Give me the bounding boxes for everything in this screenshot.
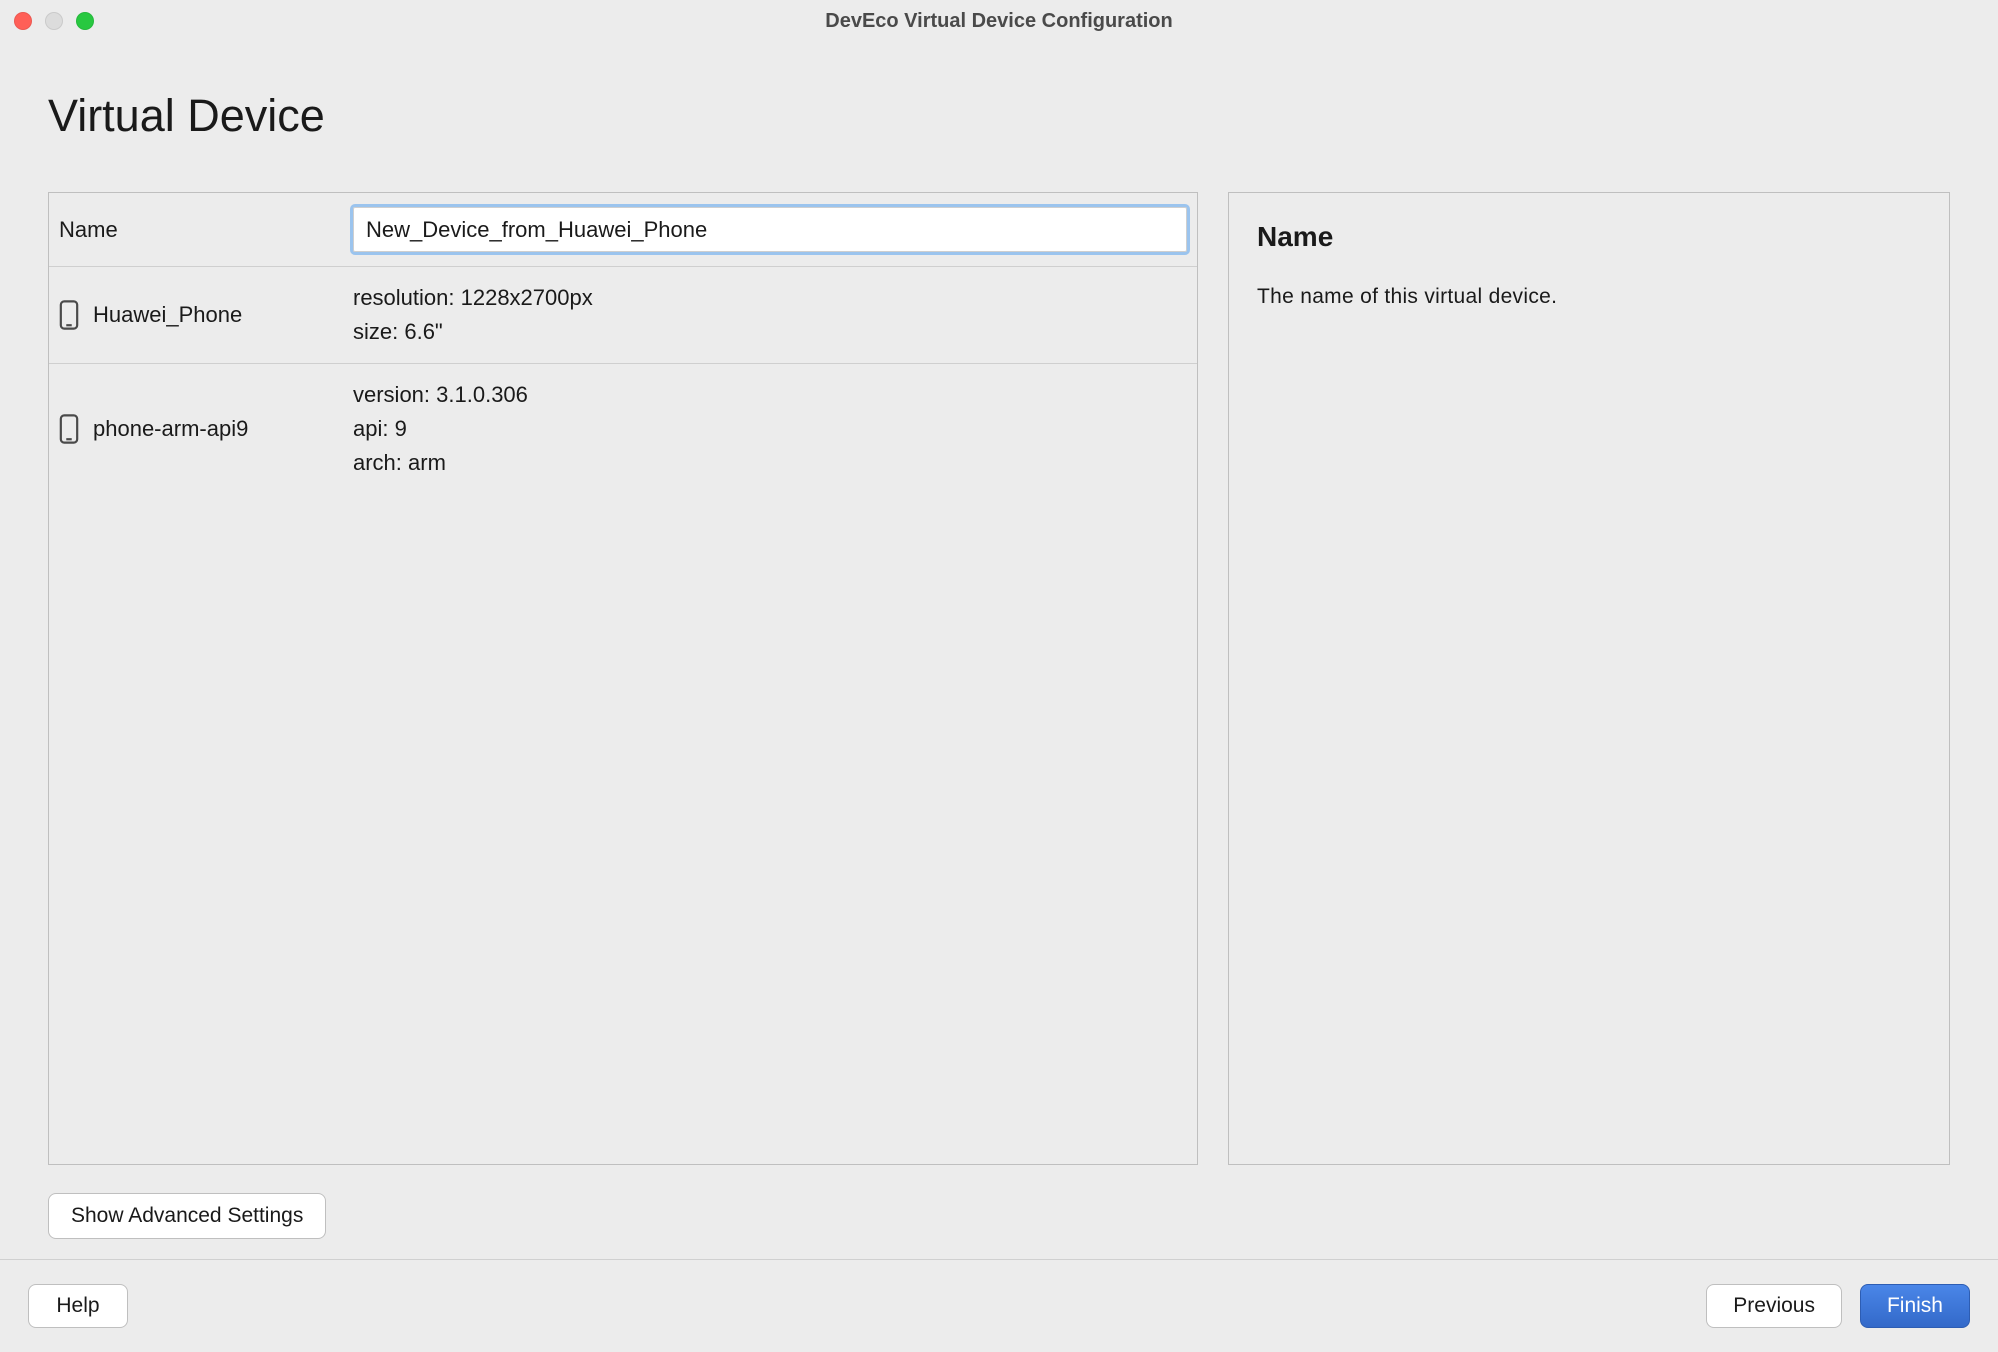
- show-advanced-settings-button[interactable]: Show Advanced Settings: [48, 1193, 326, 1239]
- device-details: version: 3.1.0.306 api: 9 arch: arm: [353, 378, 1187, 480]
- finish-button[interactable]: Finish: [1860, 1284, 1970, 1328]
- device-row: phone-arm-api9 version: 3.1.0.306 api: 9…: [49, 364, 1197, 494]
- device-row-left: Huawei_Phone: [59, 300, 353, 330]
- panels-row: Name Huawei_Phone resolution: 1228x2: [48, 192, 1950, 1165]
- device-label: Huawei_Phone: [93, 302, 242, 328]
- name-label: Name: [59, 217, 353, 243]
- device-name-input[interactable]: [353, 207, 1187, 252]
- phone-icon: [59, 414, 79, 444]
- window-title: DevEco Virtual Device Configuration: [825, 10, 1173, 33]
- device-row-left: phone-arm-api9: [59, 414, 353, 444]
- info-panel: Name The name of this virtual device.: [1228, 192, 1950, 1165]
- titlebar: DevEco Virtual Device Configuration: [0, 0, 1998, 42]
- footer-left: Help: [28, 1284, 128, 1328]
- phone-icon: [59, 300, 79, 330]
- device-details: resolution: 1228x2700px size: 6.6": [353, 281, 1187, 349]
- page-title: Virtual Device: [48, 90, 1950, 142]
- content-area: Virtual Device Name Huaw: [0, 42, 1998, 1259]
- info-description: The name of this virtual device.: [1257, 285, 1921, 309]
- minimize-icon: [45, 12, 63, 30]
- config-panel: Name Huawei_Phone resolution: 1228x2: [48, 192, 1198, 1165]
- close-icon[interactable]: [14, 12, 32, 30]
- dialog-footer: Help Previous Finish: [0, 1259, 1998, 1352]
- info-title: Name: [1257, 221, 1921, 253]
- window-controls: [14, 12, 94, 30]
- maximize-icon[interactable]: [76, 12, 94, 30]
- name-row: Name: [49, 193, 1197, 267]
- device-row: Huawei_Phone resolution: 1228x2700px siz…: [49, 267, 1197, 364]
- help-button[interactable]: Help: [28, 1284, 128, 1328]
- previous-button[interactable]: Previous: [1706, 1284, 1842, 1328]
- device-label: phone-arm-api9: [93, 416, 248, 442]
- footer-right: Previous Finish: [1706, 1284, 1970, 1328]
- dialog-window: DevEco Virtual Device Configuration Virt…: [0, 0, 1998, 1352]
- below-panels: Show Advanced Settings: [48, 1165, 1950, 1259]
